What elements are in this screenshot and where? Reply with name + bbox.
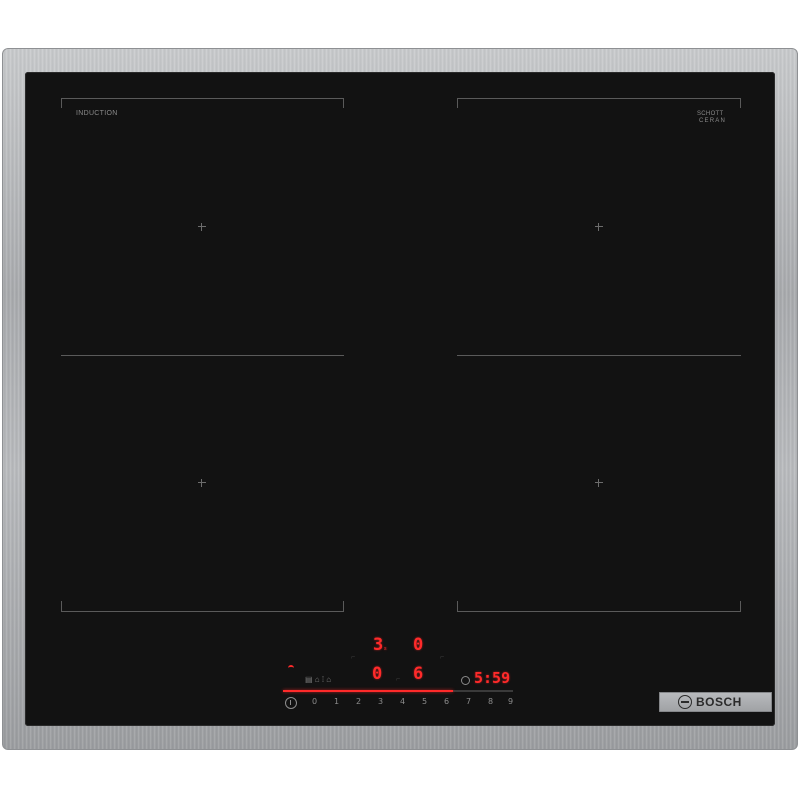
power-level-top-right-display[interactable]: 0	[413, 636, 423, 654]
scale-1[interactable]: 1	[334, 697, 339, 707]
clock-icon[interactable]	[461, 676, 470, 685]
crosshair-icon-bottom-left	[198, 479, 206, 487]
zone-indicator-mark-right: ⌐	[440, 654, 445, 661]
scale-9[interactable]: 9	[508, 697, 513, 707]
zone-top-right-tick-left	[457, 98, 458, 108]
timer-display[interactable]: 5:59	[474, 669, 510, 687]
scale-3[interactable]: 3	[378, 697, 383, 707]
zone-bottom-left-tick-right	[343, 601, 344, 611]
scale-6[interactable]: 6	[444, 697, 449, 707]
zone-bottom-right-tick-left	[457, 601, 458, 611]
zone-top-right-top-border	[457, 98, 741, 99]
zone-top-right-tick-right	[740, 98, 741, 108]
induction-label: INDUCTION	[76, 110, 118, 117]
zone-indicator-mark-left: ⌐	[351, 654, 356, 661]
zone-bottom-left-tick-left	[61, 601, 62, 611]
power-slider[interactable]	[283, 690, 513, 692]
zone-top-left-tick-right	[343, 98, 344, 108]
function-icons-group[interactable]: ▤ ⌂ ⁞ ⌂	[305, 675, 331, 684]
ceran-label: CERAN	[699, 118, 727, 124]
brand-badge: BOSCH	[659, 692, 772, 712]
power-level-top-left-display[interactable]: 3	[373, 636, 383, 654]
power-level-bottom-left-display[interactable]: 0	[372, 665, 382, 683]
power-slider-fill	[283, 690, 454, 692]
zone-indicator-mark-center: ⌐	[396, 676, 401, 683]
zone-top-left-top-border	[61, 98, 344, 99]
scale-0[interactable]: 0	[312, 697, 317, 707]
wifi-icon[interactable]	[288, 665, 294, 671]
brand-name: BOSCH	[696, 695, 742, 709]
glass-cooktop-surface	[25, 72, 775, 726]
zone-top-left-tick-left	[61, 98, 62, 108]
crosshair-icon-bottom-right	[595, 479, 603, 487]
zone-bottom-left-bottom-border	[61, 611, 344, 612]
bosch-logo-icon	[678, 695, 692, 709]
zone-right-middle-divider	[457, 355, 741, 356]
scale-8[interactable]: 8	[488, 697, 493, 707]
power-level-bottom-right-display[interactable]: 6	[413, 665, 423, 683]
scale-4[interactable]: 4	[400, 697, 405, 707]
power-level-top-left-suffix: s	[384, 646, 387, 652]
zone-bottom-right-bottom-border	[457, 611, 741, 612]
crosshair-icon-top-right	[595, 223, 603, 231]
zone-bottom-right-tick-right	[740, 601, 741, 611]
scale-7[interactable]: 7	[466, 697, 471, 707]
scale-5[interactable]: 5	[422, 697, 427, 707]
zone-left-middle-divider	[61, 355, 344, 356]
crosshair-icon-top-left	[198, 223, 206, 231]
power-scale[interactable]: 0 1 2 3 4 5 6 7 8 9	[282, 697, 522, 709]
scale-2[interactable]: 2	[356, 697, 361, 707]
